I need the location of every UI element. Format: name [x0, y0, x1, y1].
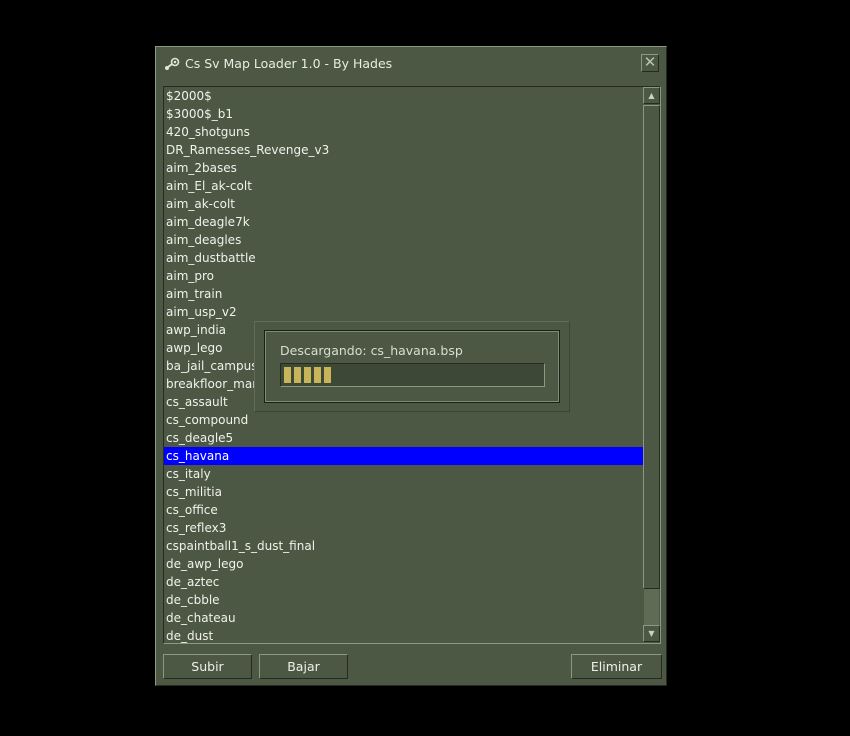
map-list-item[interactable]: aim_dustbattle: [164, 249, 643, 267]
eliminar-button[interactable]: Eliminar: [571, 654, 662, 679]
window-title: Cs Sv Map Loader 1.0 - By Hades: [185, 56, 393, 71]
scroll-track-remainder[interactable]: [644, 589, 659, 625]
download-status-text: Descargando: cs_havana.bsp: [280, 343, 463, 358]
map-list-item[interactable]: cs_compound: [164, 411, 643, 429]
download-frame: Descargando: cs_havana.bsp: [264, 330, 560, 403]
map-list-item[interactable]: aim_deagles: [164, 231, 643, 249]
subir-button[interactable]: Subir: [163, 654, 252, 679]
scroll-up-button[interactable]: ▲: [643, 87, 660, 104]
arrow-up-icon: ▲: [648, 91, 655, 100]
close-icon: ✕: [643, 53, 657, 71]
map-list-item[interactable]: aim_usp_v2: [164, 303, 643, 321]
map-list-item[interactable]: cs_militia: [164, 483, 643, 501]
map-list-item[interactable]: aim_ak-colt: [164, 195, 643, 213]
download-dialog: Descargando: cs_havana.bsp: [254, 321, 570, 412]
map-list-item[interactable]: aim_pro: [164, 267, 643, 285]
map-list-item[interactable]: $2000$: [164, 87, 643, 105]
bajar-button[interactable]: Bajar: [259, 654, 348, 679]
download-progress-bar: [280, 363, 545, 387]
map-list-item[interactable]: cs_office: [164, 501, 643, 519]
progress-segment: [324, 367, 331, 383]
map-list-item[interactable]: de_cbble: [164, 591, 643, 609]
map-list-item[interactable]: cs_havana: [164, 447, 643, 465]
map-list-item[interactable]: cs_italy: [164, 465, 643, 483]
map-list-item[interactable]: de_awp_lego: [164, 555, 643, 573]
map-list-item[interactable]: de_chateau: [164, 609, 643, 627]
scroll-thumb[interactable]: [643, 105, 660, 589]
map-list-item[interactable]: aim_train: [164, 285, 643, 303]
arrow-down-icon: ▼: [648, 629, 655, 638]
map-list-item[interactable]: de_dust: [164, 627, 643, 643]
map-list-item[interactable]: DR_Ramesses_Revenge_v3: [164, 141, 643, 159]
progress-segment: [294, 367, 301, 383]
progress-segment: [304, 367, 311, 383]
steam-icon: [165, 57, 180, 70]
map-list-item[interactable]: cs_deagle5: [164, 429, 643, 447]
map-list-item[interactable]: cspaintball1_s_dust_final: [164, 537, 643, 555]
progress-segment: [284, 367, 291, 383]
title-bar[interactable]: Cs Sv Map Loader 1.0 - By Hades ✕: [156, 47, 666, 81]
map-list-item[interactable]: $3000$_b1: [164, 105, 643, 123]
map-list-item[interactable]: aim_El_ak-colt: [164, 177, 643, 195]
map-list-item[interactable]: 420_shotguns: [164, 123, 643, 141]
scroll-track[interactable]: [643, 105, 660, 625]
scroll-down-button[interactable]: ▼: [643, 625, 660, 642]
close-button[interactable]: ✕: [641, 54, 659, 72]
vertical-scrollbar[interactable]: ▲ ▼: [643, 87, 660, 643]
map-list-item[interactable]: de_aztec: [164, 573, 643, 591]
map-list-item[interactable]: aim_2bases: [164, 159, 643, 177]
progress-segment: [314, 367, 321, 383]
map-list-item[interactable]: aim_deagle7k: [164, 213, 643, 231]
map-list-item[interactable]: cs_reflex3: [164, 519, 643, 537]
